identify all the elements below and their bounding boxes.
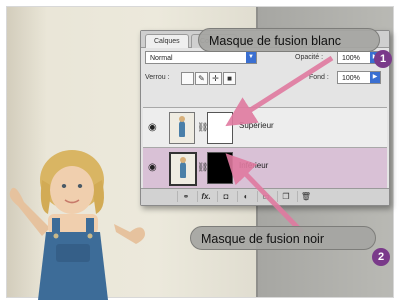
eye-icon[interactable]: ◉: [148, 122, 157, 133]
child-photo-image: [9, 150, 145, 300]
layers-panel: Calques Couches Normal ▼ Opacité : 100% …: [140, 30, 390, 206]
lock-all-icon[interactable]: ■: [223, 72, 236, 85]
chevron-down-icon: ▶: [370, 72, 380, 83]
link-layers-icon[interactable]: ⚭: [177, 191, 194, 202]
step-badge-1: 1: [374, 50, 392, 68]
add-mask-icon[interactable]: ◘: [217, 191, 234, 202]
opacity-value: 100%: [342, 55, 360, 62]
lock-brush-icon[interactable]: ✎: [195, 72, 208, 85]
screenshot-stage: Calques Couches Normal ▼ Opacité : 100% …: [0, 0, 400, 305]
layer-thumbnail: [169, 152, 197, 186]
fill-field[interactable]: 100% ▶: [337, 71, 381, 84]
lock-row: Verrou : ✎ ✛ ■ Fond : 100% ▶: [145, 71, 385, 86]
chevron-down-icon: ▼: [246, 52, 256, 63]
trash-icon[interactable]: 🗑: [297, 191, 314, 202]
layer-mask-black[interactable]: [207, 152, 233, 184]
fill-label: Fond :: [309, 74, 329, 81]
fx-icon[interactable]: fx.: [197, 191, 214, 202]
lock-move-icon[interactable]: ✛: [209, 72, 222, 85]
step-badge-2: 2: [372, 248, 390, 266]
folder-icon[interactable]: ▭: [257, 191, 274, 202]
tab-layers[interactable]: Calques: [145, 34, 189, 48]
layer-mask-white[interactable]: [207, 112, 233, 144]
layer-name: Supérieur: [239, 121, 274, 130]
blend-mode-value: Normal: [150, 55, 173, 62]
eye-icon[interactable]: ◉: [148, 162, 157, 173]
lock-label: Verrou :: [145, 74, 170, 81]
fill-value: 100%: [342, 75, 360, 82]
adjustment-layer-icon[interactable]: ◐: [237, 191, 254, 202]
layer-name: Inférieur: [239, 161, 269, 170]
callout-black-mask: Masque de fusion noir: [190, 226, 376, 250]
lock-transparency-icon[interactable]: [181, 72, 194, 85]
new-layer-icon[interactable]: ❐: [277, 191, 294, 202]
layer-thumbnail: [169, 112, 195, 144]
layer-row-superieur[interactable]: ◉ ⛓ Supérieur: [143, 107, 387, 148]
layer-row-inferieur[interactable]: ◉ ⛓ Inférieur: [143, 147, 387, 189]
callout-white-mask: Masque de fusion blanc: [198, 28, 380, 52]
blend-mode-row: Normal ▼ Opacité : 100% ▶: [145, 51, 385, 66]
panel-footer-toolbar: ⚭ fx. ◘ ◐ ▭ ❐ 🗑: [141, 188, 389, 205]
